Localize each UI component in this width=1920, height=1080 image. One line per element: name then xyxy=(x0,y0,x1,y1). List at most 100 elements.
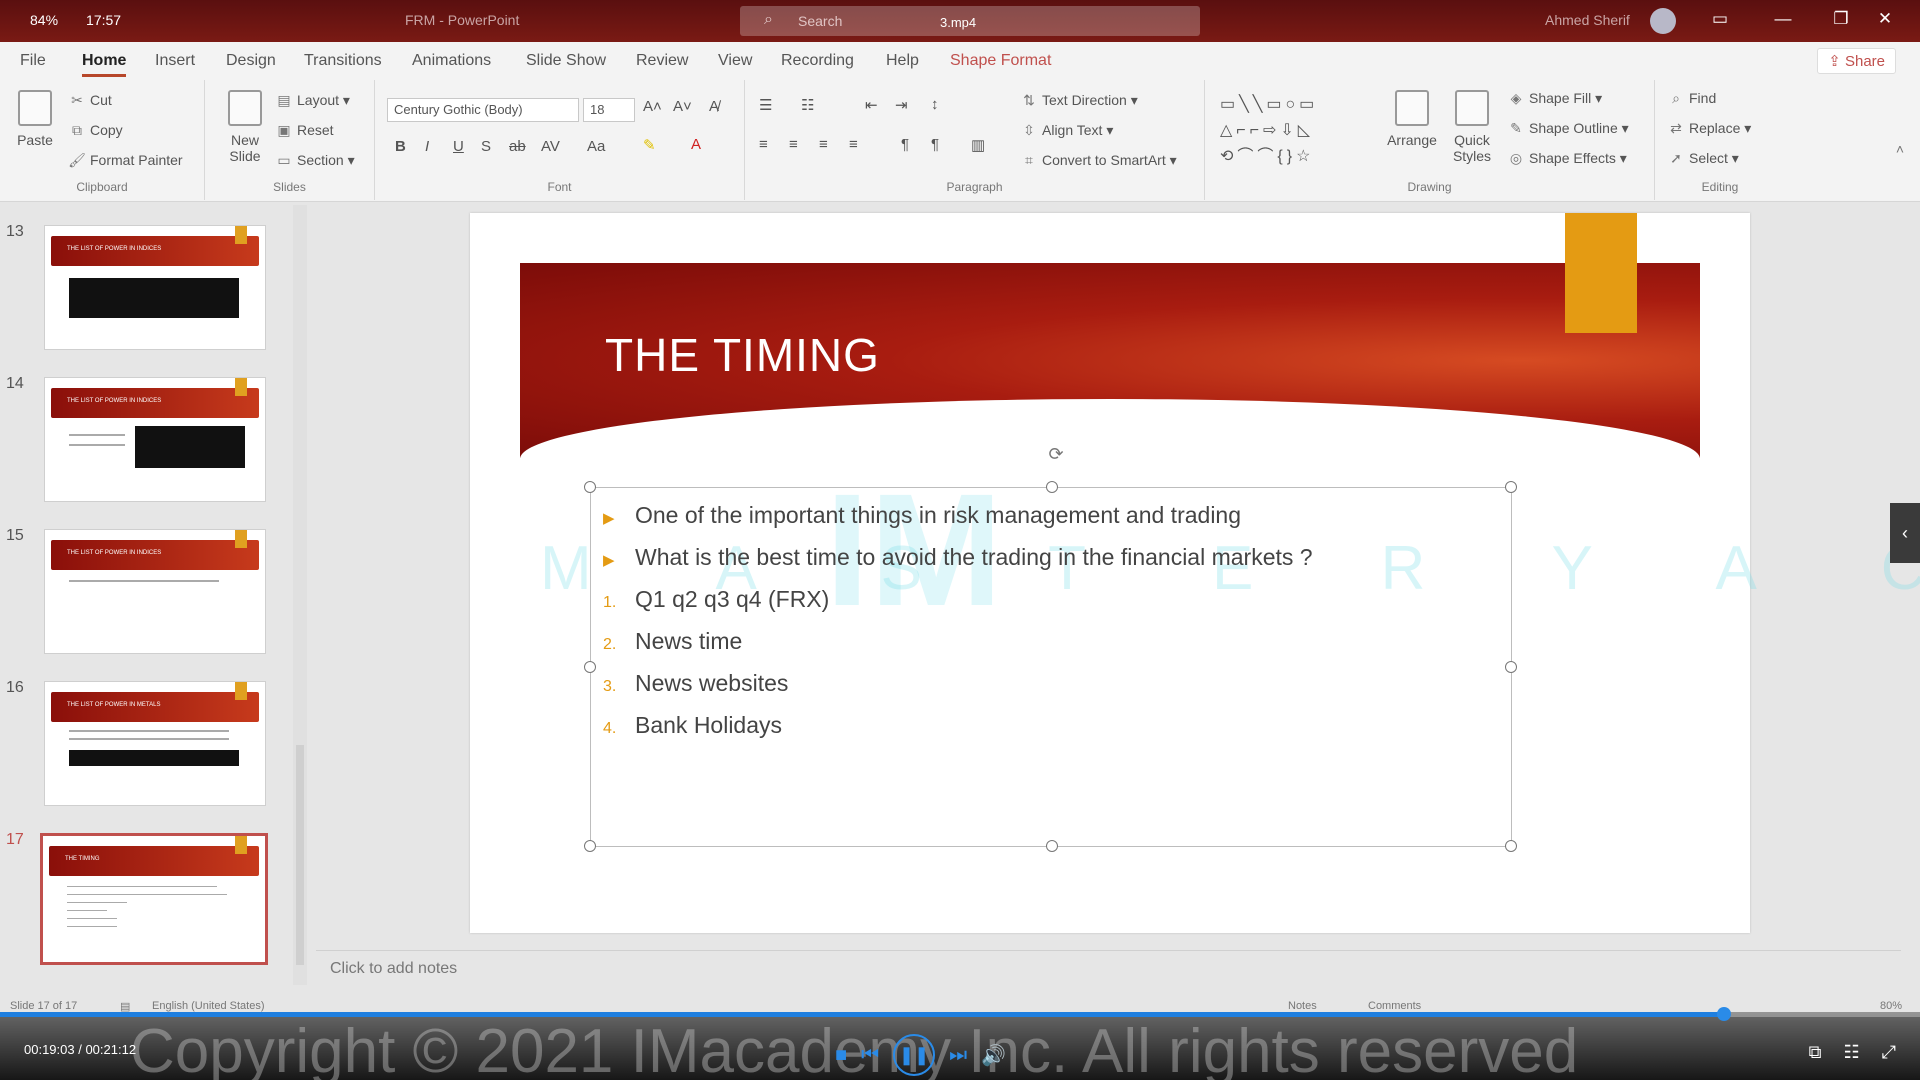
content-textbox[interactable]: ⟳ ▶ One of the important things in risk m… xyxy=(584,444,1517,852)
thumbnail-slide-13[interactable]: 13 THE LIST OF POWER IN INDICES xyxy=(0,223,300,353)
format-painter-button[interactable]: 🖌 Format Painter xyxy=(68,152,182,169)
font-color-icon[interactable]: A xyxy=(691,136,701,153)
tab-animations[interactable]: Animations xyxy=(412,52,491,70)
tab-file[interactable]: File xyxy=(20,52,46,70)
previous-icon[interactable]: ⏮ xyxy=(861,1044,879,1067)
resize-handle[interactable] xyxy=(584,840,596,852)
user-name[interactable]: Ahmed Sherif xyxy=(1545,12,1630,28)
minimize-icon[interactable]: — xyxy=(1768,9,1798,29)
cut-button[interactable]: ✂ Cut xyxy=(68,92,112,109)
numbered-item[interactable]: 4. Bank Holidays xyxy=(603,704,1313,746)
notes-toggle[interactable]: Notes xyxy=(1288,1000,1317,1012)
change-case-button[interactable]: Aa xyxy=(587,138,605,155)
resize-handle[interactable] xyxy=(584,661,596,673)
thumbnail-image[interactable]: THE LIST OF POWER IN INDICES xyxy=(44,225,266,350)
shapes-gallery[interactable]: ▭╲╲▭○▭ △⌐⌐⇨⇩◺ ⟲⌒⌒{}☆ xyxy=(1220,92,1380,172)
align-text-button[interactable]: ⇳ Align Text ▾ xyxy=(1020,122,1113,139)
tab-slide-show[interactable]: Slide Show xyxy=(526,52,606,70)
bold-button[interactable]: B xyxy=(395,138,406,155)
thumbnail-image[interactable]: THE TIMING xyxy=(40,833,268,965)
fullscreen-icon[interactable]: ⤢ xyxy=(1882,1042,1896,1063)
search-box[interactable]: ⌕ Search 3.mp4 xyxy=(740,6,1200,36)
tab-recording[interactable]: Recording xyxy=(781,52,854,70)
comments-toggle[interactable]: Comments xyxy=(1368,1000,1421,1012)
text-direction-button[interactable]: ⇅ Text Direction ▾ xyxy=(1020,92,1138,109)
notes-placeholder[interactable]: Click to add notes xyxy=(330,960,457,978)
resize-handle[interactable] xyxy=(584,481,596,493)
copy-button[interactable]: ⧉ Copy xyxy=(68,122,123,139)
bullet-text[interactable]: What is the best time to avoid the tradi… xyxy=(635,544,1313,570)
shape-outline-button[interactable]: ✎ Shape Outline ▾ xyxy=(1507,120,1629,137)
ltr-icon[interactable]: ¶ xyxy=(931,136,939,153)
arrange-button[interactable]: Arrange xyxy=(1387,90,1437,148)
font-name-select[interactable]: Century Gothic (Body) xyxy=(387,98,579,122)
bullet-item[interactable]: ▶ One of the important things in risk man… xyxy=(603,494,1313,536)
restore-icon[interactable]: ❐ xyxy=(1826,9,1856,29)
resize-handle[interactable] xyxy=(1046,481,1058,493)
collapse-panel-icon[interactable]: ‹ xyxy=(1890,503,1920,563)
item-text[interactable]: News time xyxy=(635,628,742,654)
reset-button[interactable]: ▣ Reset xyxy=(275,122,333,139)
ribbon-display-icon[interactable]: ▭ xyxy=(1705,9,1735,29)
thumbnail-scrollbar[interactable] xyxy=(293,205,307,985)
italic-button[interactable]: I xyxy=(425,138,429,155)
share-button[interactable]: ⇪ Share xyxy=(1817,48,1896,74)
collapse-ribbon-icon[interactable]: ˄ xyxy=(1896,141,1904,157)
increase-font-icon[interactable]: A˄ xyxy=(643,98,662,115)
character-spacing-button[interactable]: AV xyxy=(541,138,560,155)
resize-handle[interactable] xyxy=(1505,481,1517,493)
tab-help[interactable]: Help xyxy=(886,52,919,70)
tab-review[interactable]: Review xyxy=(636,52,688,70)
new-slide-button[interactable]: New Slide xyxy=(215,90,275,164)
find-button[interactable]: ⌕ Find xyxy=(1667,90,1716,107)
thumbnail-slide-14[interactable]: 14 THE LIST OF POWER IN INDICES xyxy=(0,375,300,505)
item-text[interactable]: News websites xyxy=(635,670,788,696)
tab-design[interactable]: Design xyxy=(226,52,276,70)
tab-transitions[interactable]: Transitions xyxy=(304,52,382,70)
rotate-handle-icon[interactable]: ⟳ xyxy=(1046,444,1066,464)
line-spacing-icon[interactable]: ↕ xyxy=(931,96,939,113)
align-center-icon[interactable]: ≡ xyxy=(789,136,798,153)
resize-handle[interactable] xyxy=(1505,661,1517,673)
underline-button[interactable]: U xyxy=(453,138,464,155)
justify-icon[interactable]: ≡ xyxy=(849,136,858,153)
slide-title[interactable]: THE TIMING xyxy=(605,328,880,382)
align-right-icon[interactable]: ≡ xyxy=(819,136,828,153)
increase-indent-icon[interactable]: ⇥ xyxy=(895,96,908,114)
settings-icon[interactable]: ☷ xyxy=(1843,1042,1859,1063)
section-button[interactable]: ▭ Section ▾ xyxy=(275,152,354,169)
columns-icon[interactable]: ▥ xyxy=(971,136,985,154)
slide[interactable]: THE TIMING IM M A S T E R Y A C A D E M … xyxy=(470,213,1920,933)
thumbnail-slide-15[interactable]: 15 THE LIST OF POWER IN INDICES xyxy=(0,527,300,657)
highlight-icon[interactable]: ✎ xyxy=(643,136,656,154)
decrease-font-icon[interactable]: A˅ xyxy=(673,98,692,115)
shape-effects-button[interactable]: ◎ Shape Effects ▾ xyxy=(1507,150,1627,167)
bullet-text[interactable]: One of the important things in risk mana… xyxy=(635,502,1241,528)
thumbnail-image[interactable]: THE LIST OF POWER IN METALS xyxy=(44,681,266,806)
bullet-item[interactable]: ▶ What is the best time to avoid the trad… xyxy=(603,536,1313,578)
avatar[interactable] xyxy=(1650,8,1676,34)
bullets-icon[interactable]: ☰ xyxy=(759,96,772,114)
rtl-icon[interactable]: ¶ xyxy=(901,136,909,153)
thumbnail-image[interactable]: THE LIST OF POWER IN INDICES xyxy=(44,529,266,654)
decrease-indent-icon[interactable]: ⇤ xyxy=(865,96,878,114)
thumbnail-slide-17[interactable]: 17 THE TIMING xyxy=(0,831,300,965)
language-status[interactable]: English (United States) xyxy=(152,1000,265,1012)
tab-view[interactable]: View xyxy=(718,52,752,70)
progress-handle[interactable] xyxy=(1717,1007,1732,1021)
thumbnail-image[interactable]: THE LIST OF POWER IN INDICES xyxy=(44,377,266,502)
numbering-icon[interactable]: ☷ xyxy=(801,96,814,114)
resize-handle[interactable] xyxy=(1505,840,1517,852)
numbered-item[interactable]: 1. Q1 q2 q3 q4 (FRX) xyxy=(603,578,1313,620)
item-text[interactable]: Q1 q2 q3 q4 (FRX) xyxy=(635,586,829,612)
layout-button[interactable]: ▤ Layout ▾ xyxy=(275,92,350,109)
numbered-item[interactable]: 2. News time xyxy=(603,620,1313,662)
tab-insert[interactable]: Insert xyxy=(155,52,195,70)
tab-home[interactable]: Home xyxy=(82,52,127,77)
align-left-icon[interactable]: ≡ xyxy=(759,136,768,153)
screenshot-icon[interactable]: ⧉ xyxy=(1809,1042,1822,1063)
stop-icon[interactable]: ■ xyxy=(835,1044,847,1067)
close-icon[interactable]: ✕ xyxy=(1870,9,1900,29)
next-icon[interactable]: ⏭ xyxy=(949,1044,967,1067)
scrollbar-thumb[interactable] xyxy=(296,745,304,965)
